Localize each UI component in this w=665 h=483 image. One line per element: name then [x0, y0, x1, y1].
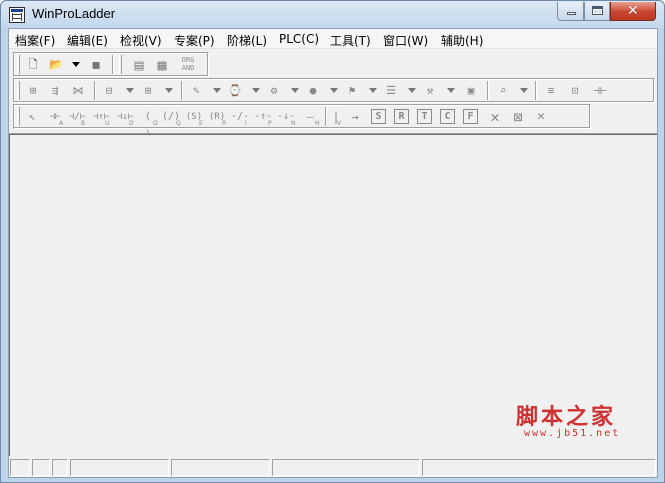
title-bar[interactable]: WinProLadder ✕ — [1, 1, 664, 28]
horizontal-line-label: H — [315, 120, 320, 127]
status-cell — [272, 459, 420, 476]
forcing-dropdown-icon[interactable] — [369, 88, 377, 93]
menu-bar: 档案(F) 编辑(E) 检视(V) 专案(P) 阶梯(L) PLC(C) 工具(… — [9, 29, 657, 49]
new-file-icon[interactable]: 🗋 — [24, 56, 42, 74]
calendar-icon[interactable]: ▣ — [462, 82, 480, 100]
s-function-icon[interactable]: S — [371, 109, 386, 124]
window-title: WinProLadder — [32, 6, 116, 21]
watermark-title: 脚本之家 — [516, 404, 617, 430]
menu-ladder[interactable]: 阶梯(L) — [227, 32, 267, 49]
timer-dropdown-icon[interactable] — [252, 88, 260, 93]
menu-help[interactable]: 辅助(H) — [441, 32, 483, 49]
vertical-line-icon[interactable]: | — [327, 108, 345, 126]
arrow-right-icon[interactable]: → — [346, 108, 364, 126]
watermark-url: www.jb51.net — [524, 428, 621, 439]
compare-icon[interactable]: ⊡ — [566, 82, 584, 100]
open-dropdown-icon[interactable] — [72, 62, 80, 67]
list-icon[interactable]: ☰ — [382, 82, 400, 100]
coil-not-label: Q — [176, 120, 181, 127]
contact-up-label: U — [105, 120, 110, 127]
t-function-icon[interactable]: T — [417, 109, 432, 124]
find-dropdown-icon[interactable] — [520, 88, 528, 93]
contact-a-label: A — [59, 120, 64, 127]
app-window: WinProLadder ✕ 档案(F) 编辑(E) 检视(V) 专案(P) 阶… — [0, 0, 665, 483]
status-cell — [171, 459, 270, 476]
r-function-icon[interactable]: R — [394, 109, 409, 124]
coil-set-label: E — [199, 120, 203, 127]
menu-edit[interactable]: 编辑(E) — [67, 32, 108, 49]
status-cell — [70, 459, 169, 476]
stop-dropdown-icon[interactable] — [330, 88, 338, 93]
open-folder-icon[interactable]: 📂 — [47, 56, 65, 74]
register-icon[interactable]: ⚒ — [421, 82, 439, 100]
menu-view[interactable]: 检视(V) — [120, 32, 162, 49]
delete-row-icon[interactable]: ⊠ — [509, 108, 527, 126]
menu-plc[interactable]: PLC(C) — [279, 32, 319, 46]
row-delete-icon[interactable]: ⋈ — [69, 82, 87, 100]
register-dropdown-icon[interactable] — [447, 88, 455, 93]
row-insert-icon[interactable]: ⇶ — [46, 82, 64, 100]
block-icon[interactable]: ⊟ — [100, 82, 118, 100]
and-label: AND — [181, 64, 195, 72]
rung-insert-icon[interactable]: ⊞ — [24, 82, 42, 100]
contact-down-label: D — [129, 120, 134, 127]
select-cursor-icon[interactable]: ↖ — [23, 108, 41, 126]
toolbar-grip[interactable] — [17, 107, 20, 126]
pulse-down-label: N — [291, 120, 296, 127]
status-cell — [10, 459, 30, 476]
menu-tools[interactable]: 工具(T) — [330, 32, 371, 49]
toolbar-area: 🗋 📂 ▪ ▤ ▦ ORG AND ⊞ ⇶ ⋈ ⊟ ⊞ ✎ ⌚ ⚙ ● ⚑ ☰ … — [9, 50, 657, 140]
run-dropdown-icon[interactable] — [291, 88, 299, 93]
toolbar-grip[interactable] — [17, 81, 20, 100]
block2-icon[interactable]: ⊞ — [139, 82, 157, 100]
status-bar — [9, 457, 657, 477]
contact-b-label: B — [81, 120, 86, 127]
close-button[interactable]: ✕ — [610, 2, 656, 21]
org-and-icon[interactable]: ORG AND — [177, 56, 199, 74]
coil-out-label: O — [153, 120, 158, 127]
forcing-icon[interactable]: ⚑ — [343, 82, 361, 100]
maximize-button[interactable] — [584, 2, 610, 21]
contact-query-icon[interactable]: ⊣⊢ — [591, 82, 609, 100]
menu-file[interactable]: 档案(F) — [15, 32, 55, 49]
close-icon: ✕ — [627, 3, 639, 19]
watermark: 脚本之家 www.jb51.net — [516, 399, 646, 445]
stop-icon[interactable]: ● — [304, 82, 322, 100]
ladder-view-icon[interactable]: ▤ — [130, 56, 148, 74]
timer-icon[interactable]: ⌚ — [226, 82, 244, 100]
org-label: ORG — [181, 56, 195, 64]
menu-window[interactable]: 窗口(W) — [383, 32, 428, 49]
invert-label: I — [245, 120, 247, 127]
minimize-icon — [567, 12, 576, 15]
list-dropdown-icon[interactable] — [408, 88, 416, 93]
menu-project[interactable]: 专案(P) — [174, 32, 215, 49]
app-icon[interactable] — [9, 7, 25, 23]
minimize-button[interactable] — [557, 2, 584, 21]
run-icon[interactable]: ⚙ — [265, 82, 283, 100]
coil-reset-label: R — [222, 120, 227, 127]
monitor-view-icon[interactable]: ▦ — [153, 56, 171, 74]
toolbar-grip[interactable] — [119, 55, 122, 74]
edit-icon[interactable]: ✎ — [187, 82, 205, 100]
delete-column-icon[interactable]: ✕ — [532, 108, 550, 126]
status-cell — [422, 459, 656, 476]
find-icon[interactable]: ⌕ — [494, 82, 512, 100]
step-icon[interactable]: ≡ — [542, 82, 560, 100]
status-cell — [32, 459, 50, 476]
c-function-icon[interactable]: C — [440, 109, 455, 124]
block-dropdown-icon[interactable] — [126, 88, 134, 93]
delete-icon[interactable]: ✕ — [486, 108, 504, 126]
maximize-icon — [592, 6, 603, 15]
f-function-icon[interactable]: F — [463, 109, 478, 124]
block2-dropdown-icon[interactable] — [165, 88, 173, 93]
vertical-line-label: V — [337, 120, 342, 127]
save-icon[interactable]: ▪ — [87, 56, 105, 74]
pulse-up-label: P — [268, 120, 272, 127]
toolbar-grip[interactable] — [17, 55, 20, 74]
status-cell — [52, 459, 68, 476]
edit-dropdown-icon[interactable] — [213, 88, 221, 93]
